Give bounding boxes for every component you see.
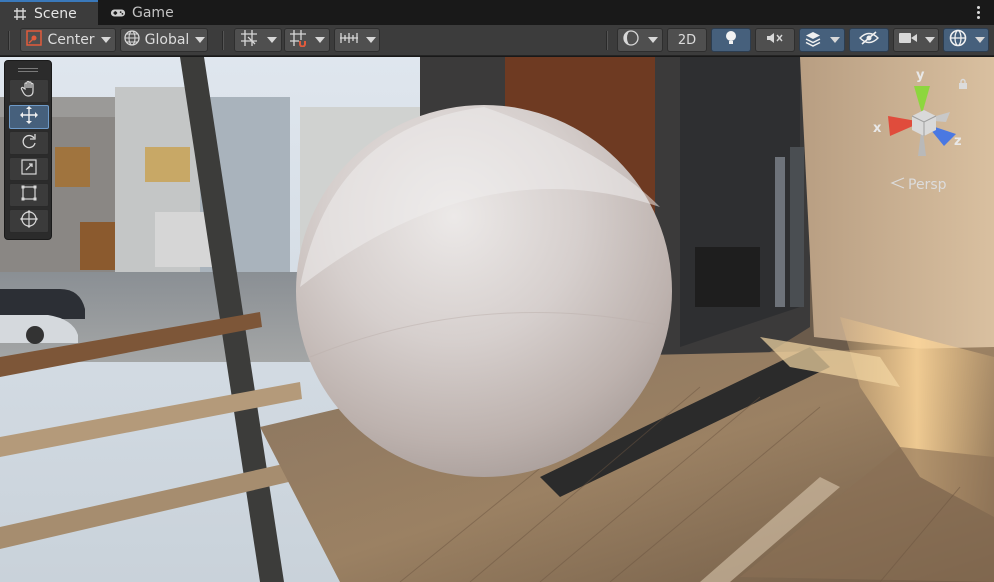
lighting-toggle[interactable] [711, 28, 751, 52]
effects-dropdown[interactable] [799, 28, 845, 52]
increment-snap-dropdown[interactable] [284, 28, 330, 52]
perspective-icon [890, 177, 906, 193]
pivot-mode-label: Center [47, 32, 95, 48]
lightbulb-icon [723, 29, 739, 51]
magnet-grid-icon [289, 29, 307, 51]
eye-hidden-icon [858, 30, 880, 50]
camera-icon [898, 31, 918, 49]
chevron-down-icon [365, 37, 376, 43]
toolbar-separator [222, 31, 224, 50]
layers-effects-icon [804, 29, 822, 51]
chevron-down-icon [266, 37, 277, 43]
chevron-down-icon [100, 37, 111, 43]
ruler-icon [339, 30, 359, 50]
projection-toggle[interactable]: Persp [890, 177, 947, 193]
grid-snap-dropdown[interactable] [234, 28, 282, 52]
globe-icon [123, 29, 141, 51]
gizmos-dropdown[interactable] [943, 28, 989, 52]
rect-tool-button[interactable] [9, 183, 49, 207]
rect-transform-icon [20, 184, 38, 206]
scene-toolbar: Center Global 2D [0, 25, 994, 56]
tab-scene-label: Scene [34, 5, 77, 22]
rotate-icon [20, 132, 38, 154]
gamepad-icon [110, 5, 126, 21]
pivot-mode-dropdown[interactable]: Center [20, 28, 116, 52]
pivot-rotation-label: Global [144, 32, 190, 48]
tab-scene[interactable]: Scene [0, 0, 98, 25]
gizmo-z-label[interactable]: z [954, 134, 962, 149]
chevron-down-icon [974, 37, 985, 43]
shaded-sphere-icon [622, 29, 640, 51]
audio-toggle[interactable] [755, 28, 795, 52]
pivot-rotation-dropdown[interactable]: Global [120, 28, 208, 52]
gizmo-y-axis-cone [914, 86, 930, 114]
scene-visibility-toggle[interactable] [849, 28, 889, 52]
toggle-2d-label: 2D [677, 32, 697, 48]
draw-mode-dropdown[interactable] [617, 28, 663, 52]
chevron-down-icon [195, 37, 206, 43]
pivot-center-icon [25, 29, 43, 51]
overlay-drag-handle[interactable] [9, 65, 47, 75]
chevron-down-icon [315, 37, 325, 43]
scale-tool-button[interactable] [9, 157, 49, 181]
scale-icon [20, 158, 38, 180]
toolbar-handle [8, 31, 10, 50]
more-options-icon[interactable] [974, 3, 982, 21]
grid-snap-icon [240, 29, 258, 51]
gizmo-x-label[interactable]: x [873, 121, 881, 136]
gizmo-y-label[interactable]: y [916, 68, 924, 83]
toolbar-separator [606, 31, 608, 50]
hand-icon [20, 80, 38, 102]
move-tool-button[interactable] [9, 105, 49, 129]
grid-icon [12, 6, 28, 22]
transform-icon [19, 209, 39, 233]
tab-game-label: Game [132, 4, 174, 21]
snap-settings-dropdown[interactable] [334, 28, 380, 52]
gizmo-globe-icon [948, 28, 968, 52]
tab-game[interactable]: Game [98, 0, 186, 25]
hand-tool-button[interactable] [9, 79, 49, 103]
move-arrows-icon [19, 105, 39, 129]
tools-overlay [4, 60, 52, 240]
rotate-tool-button[interactable] [9, 131, 49, 155]
scene-render [0, 57, 994, 582]
window-tab-bar: Scene Game [0, 0, 994, 25]
scene-viewport[interactable] [0, 57, 994, 582]
chevron-down-icon [648, 37, 658, 43]
chevron-down-icon [924, 37, 935, 43]
chevron-down-icon [830, 37, 840, 43]
transform-tool-button[interactable] [9, 209, 49, 233]
lock-icon[interactable] [957, 78, 969, 94]
camera-settings-dropdown[interactable] [893, 28, 939, 52]
toggle-2d-button[interactable]: 2D [667, 28, 707, 52]
speaker-muted-icon [765, 30, 785, 50]
projection-label: Persp [908, 177, 947, 193]
